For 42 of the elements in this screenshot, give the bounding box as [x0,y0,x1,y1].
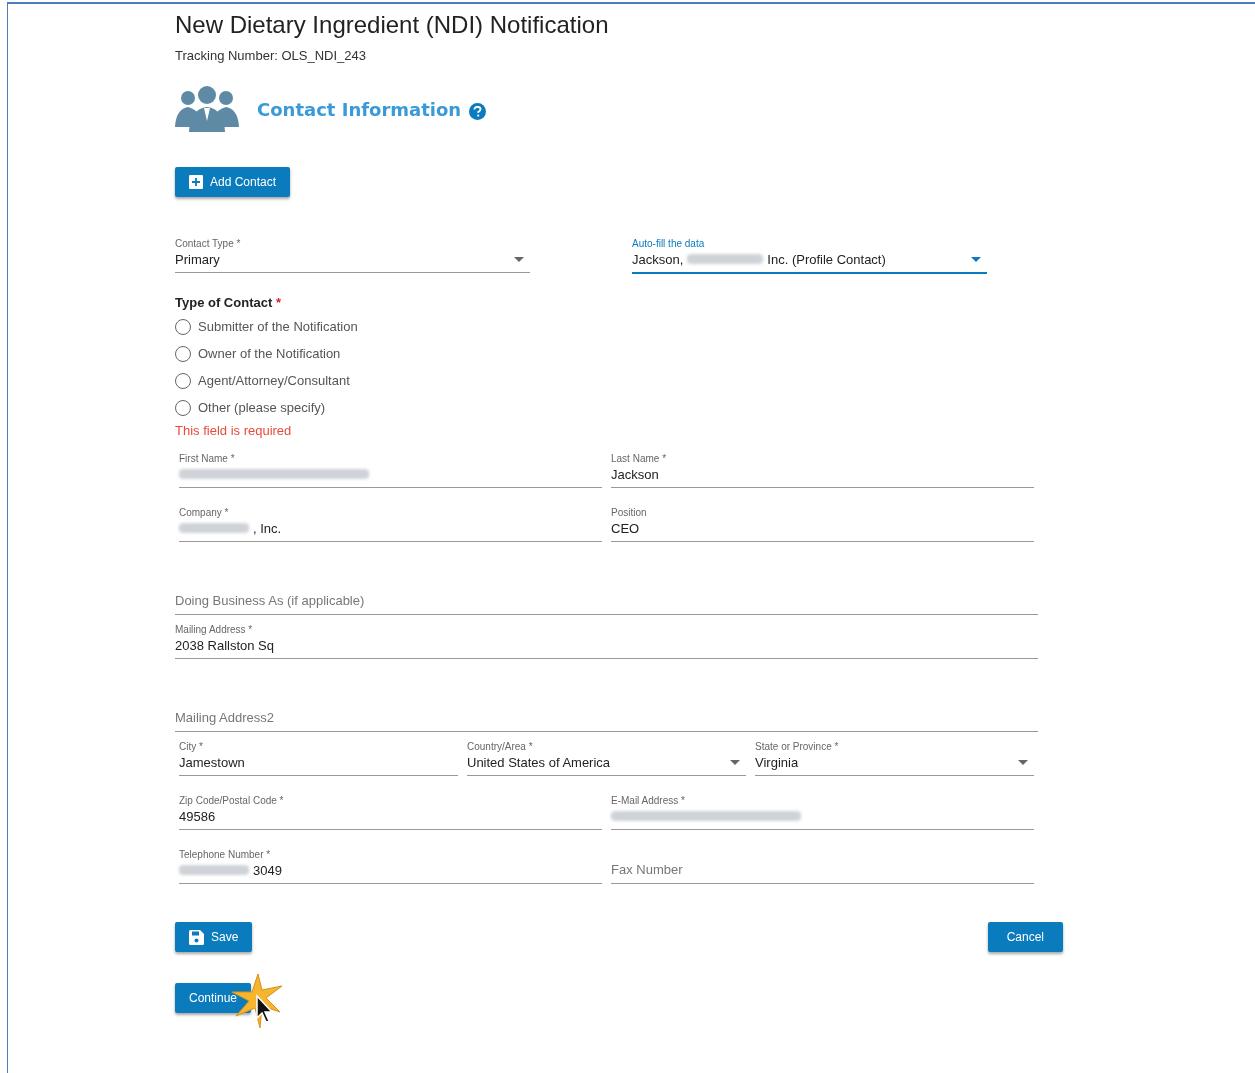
dropdown-caret-icon [730,760,740,765]
dropdown-field[interactable]: State or Province * Virginia [755,740,1034,776]
input-field[interactable]: Mailing Address2 [175,696,1038,732]
radio-option[interactable]: Submitter of the Notification [175,313,358,340]
radio-option[interactable]: Owner of the Notification [175,340,341,367]
add-contact-button[interactable]: Add Contact [175,167,291,197]
continue-button[interactable]: Continue [175,983,252,1013]
input-field[interactable]: Doing Business As (if applicable) [175,579,1038,615]
radio-label: Submitter of the Notification [198,319,358,334]
plus-icon [189,175,203,189]
radio-label: Owner of the Notification [198,346,341,361]
radio-label: Agent/Attorney/Consultant [198,373,350,388]
text-field[interactable]: First Name * [179,452,602,488]
text-field[interactable]: Position CEO [611,506,1034,542]
page-title: New Dietary Ingredient (NDI) Notification [175,10,610,40]
redaction-blur [179,523,249,533]
tracking-number: Tracking Number: OLS_NDI_243 [175,48,367,63]
error-message: This field is required [175,423,293,438]
text-field[interactable]: City * Jamestown [179,740,458,776]
section-title: Contact Information [257,98,462,120]
dropdown-field[interactable]: Contact Type * Primary [175,237,530,273]
dropdown-caret-icon [971,257,981,262]
text-field[interactable]: E-Mail Address * [611,794,1034,830]
radio-group-label: Type of Contact * [175,295,282,310]
text-field[interactable]: Last Name * Jackson [611,452,1034,488]
dropdown-field[interactable]: Auto-fill the data Jackson, Inc. (Profile Contact) [632,237,987,273]
cancel-button[interactable]: Cancel [987,922,1063,952]
save-button[interactable]: Save [175,922,253,952]
help-icon[interactable] [469,102,487,120]
text-field[interactable]: Mailing Address * 2038 Rallston Sq [175,623,1038,659]
radio-label: Other (please specify) [198,400,326,415]
text-field[interactable]: Telephone Number * 3049 [179,848,602,884]
people-group-icon [175,85,239,133]
radio-option[interactable]: Other (please specify) [175,394,326,421]
redaction-blur [179,865,249,875]
dropdown-field[interactable]: Country/Area * United States of America [467,740,746,776]
radio-option[interactable]: Agent/Attorney/Consultant [175,367,350,394]
dropdown-caret-icon [1018,760,1028,765]
text-field[interactable]: Company * , Inc. [179,506,602,542]
dropdown-caret-icon [514,257,524,262]
text-field[interactable]: Zip Code/Postal Code * 49586 [179,794,602,830]
input-field[interactable]: Fax Number [611,848,1034,884]
